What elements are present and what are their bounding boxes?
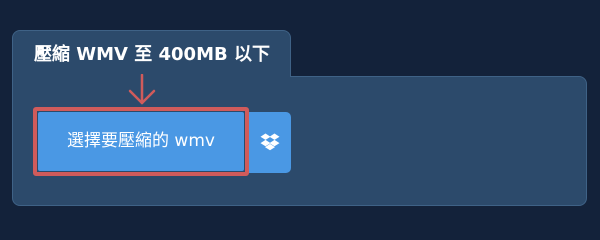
compress-widget: 壓縮 WMV 至 400MB 以下 選擇要壓縮的 wmv — [0, 0, 600, 230]
dropbox-button[interactable] — [249, 112, 291, 173]
select-file-button[interactable]: 選擇要壓縮的 wmv — [38, 112, 244, 171]
tab-title: 壓縮 WMV 至 400MB 以下 — [34, 44, 270, 65]
arrow-down-icon — [128, 74, 156, 105]
dropbox-icon — [260, 133, 280, 151]
